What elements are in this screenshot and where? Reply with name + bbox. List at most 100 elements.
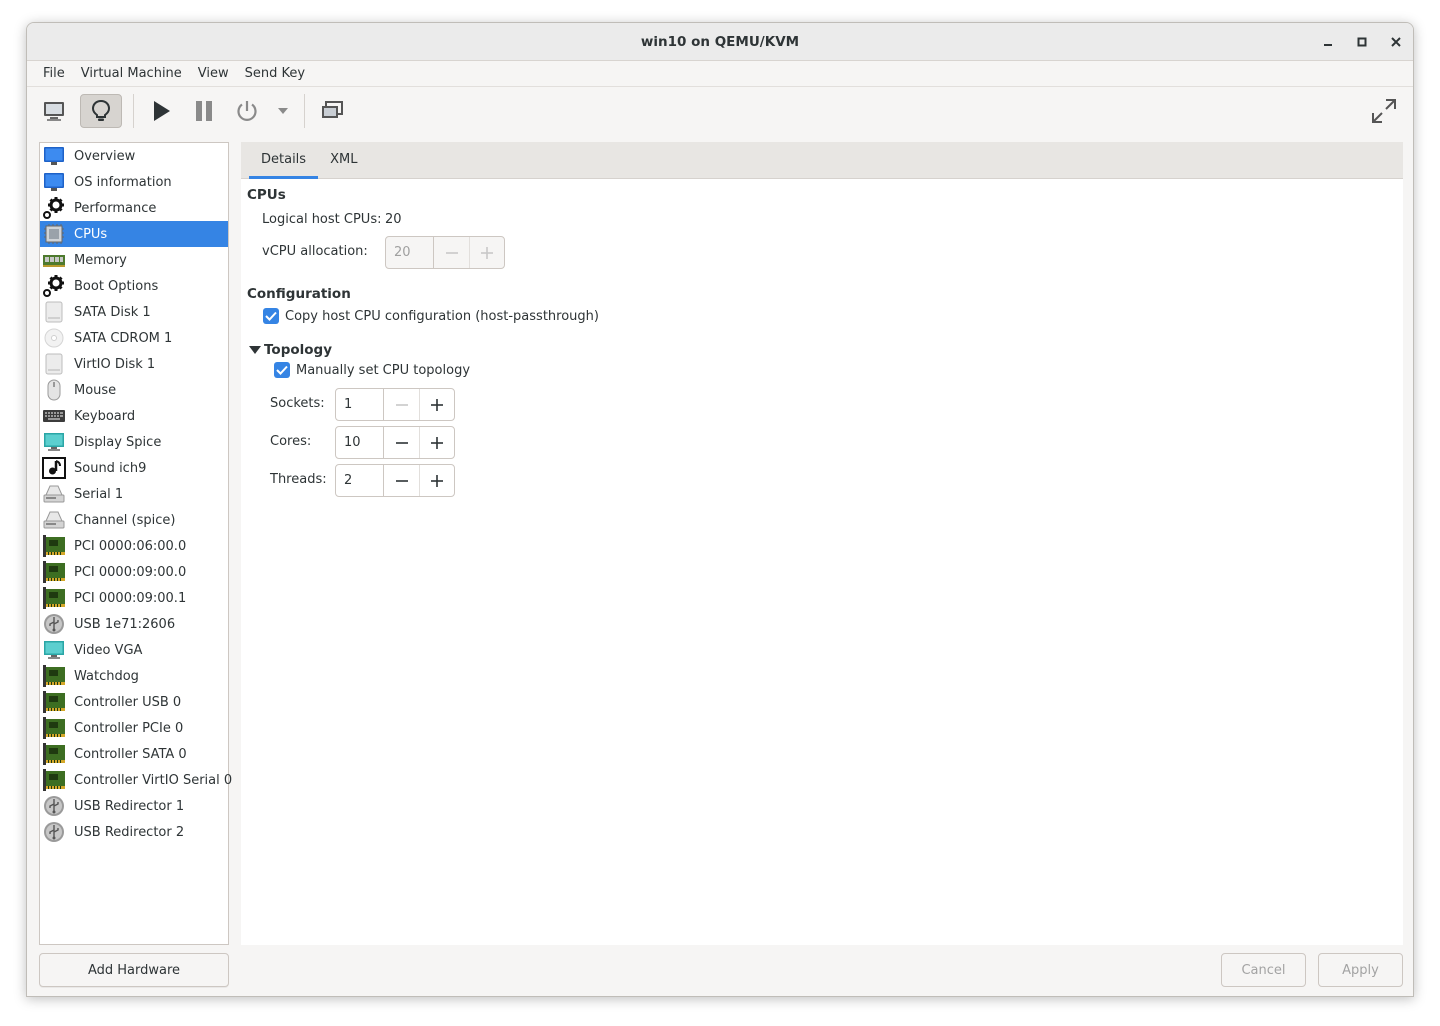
plus-icon [431,436,443,449]
sidebar-item-usb-1e71-2606[interactable]: USB 1e71:2606 [40,611,228,637]
shutdown-button[interactable] [230,94,264,128]
fullscreen-button[interactable] [1369,94,1399,128]
sidebar-item-label: Controller USB 0 [74,694,182,710]
vcpu-increment-button [469,237,504,268]
checkbox-checked-icon[interactable] [274,362,290,378]
sidebar-item-controller-usb-0[interactable]: Controller USB 0 [40,689,228,715]
sidebar-item-pci-0000-09-00-1[interactable]: PCI 0000:09:00.1 [40,585,228,611]
sidebar-item-controller-pcie-0[interactable]: Controller PCIe 0 [40,715,228,741]
sidebar-item-keyboard[interactable]: Keyboard [40,403,228,429]
sidebar-item-controller-sata-0[interactable]: Controller SATA 0 [40,741,228,767]
sidebar-item-overview[interactable]: Overview [40,143,228,169]
maximize-button[interactable] [1345,23,1379,61]
minimize-button[interactable] [1311,23,1345,61]
sidebar-item-sata-cdrom-1[interactable]: SATA CDROM 1 [40,325,228,351]
sockets-decrement-button[interactable] [384,389,419,420]
sidebar-item-controller-virtio-serial-0[interactable]: Controller VirtIO Serial 0 [40,767,232,793]
minus-icon [445,251,458,254]
usb-icon [42,820,66,844]
sidebar-item-usb-redirector-1[interactable]: USB Redirector 1 [40,793,228,819]
details-button[interactable] [80,94,122,128]
topology-expander[interactable]: Topology [249,342,332,358]
toolbar [27,88,1413,134]
menu-view[interactable]: View [190,61,237,87]
tab-xml[interactable]: XML [318,142,369,179]
sidebar-item-label: Mouse [74,382,117,398]
menu-file[interactable]: File [35,61,73,87]
sidebar-item-label: Memory [74,252,127,268]
sidebar-item-label: Controller VirtIO Serial 0 [74,772,233,788]
threads-stepper[interactable]: 2 [335,464,455,497]
sidebar-item-label: Video VGA [74,642,143,658]
sidebar-item-os-information[interactable]: OS information [40,169,228,195]
vcpu-allocation-value: 20 [386,237,434,268]
power-icon [237,101,257,121]
threads-decrement-button[interactable] [384,465,419,496]
shutdown-menu-button[interactable] [273,94,293,128]
menu-virtual-machine[interactable]: Virtual Machine [73,61,190,87]
cores-decrement-button[interactable] [384,427,419,458]
app-window: win10 on QEMU/KVM File Virtual Machine V… [26,22,1414,997]
menu-send-key[interactable]: Send Key [237,61,313,87]
usb-icon [42,612,66,636]
display-icon [42,430,66,454]
sidebar-item-label: PCI 0000:06:00.0 [74,538,187,554]
title-bar[interactable]: win10 on QEMU/KVM [27,23,1413,61]
lightbulb-icon [91,99,111,121]
checkbox-checked-icon[interactable] [263,308,279,324]
sidebar-item-label: Overview [74,148,136,164]
cpus-section-title: CPUs [247,187,286,203]
snapshots-button[interactable] [315,94,349,128]
cores-value[interactable]: 10 [336,427,384,458]
play-icon [154,101,170,121]
sockets-increment-button[interactable] [419,389,454,420]
cdrom-icon [42,326,66,350]
cores-increment-button[interactable] [419,427,454,458]
tab-details[interactable]: Details [249,142,319,179]
sidebar-item-sound-ich9[interactable]: Sound ich9 [40,455,228,481]
sidebar-item-boot-options[interactable]: Boot Options [40,273,228,299]
sockets-label: Sockets: [270,396,325,411]
sidebar-item-serial-1[interactable]: Serial 1 [40,481,228,507]
dropdown-icon [278,108,288,114]
sidebar-item-usb-redirector-2[interactable]: USB Redirector 2 [40,819,228,845]
manual-topology-checkbox[interactable]: Manually set CPU topology [274,362,470,378]
sidebar-item-display-spice[interactable]: Display Spice [40,429,228,455]
sidebar-item-channel-spice[interactable]: Channel (spice) [40,507,228,533]
sidebar-item-video-vga[interactable]: Video VGA [40,637,228,663]
threads-increment-button[interactable] [419,465,454,496]
sidebar-item-sata-disk-1[interactable]: SATA Disk 1 [40,299,228,325]
sockets-value[interactable]: 1 [336,389,384,420]
close-button[interactable] [1379,23,1413,61]
display-icon [42,638,66,662]
sockets-stepper[interactable]: 1 [335,388,455,421]
card-icon [42,534,66,558]
sidebar-item-watchdog[interactable]: Watchdog [40,663,228,689]
sidebar-item-label: Keyboard [74,408,136,424]
sidebar-item-pci-0000-06-00-0[interactable]: PCI 0000:06:00.0 [40,533,228,559]
sidebar-item-virtio-disk-1[interactable]: VirtIO Disk 1 [40,351,228,377]
sidebar-item-mouse[interactable]: Mouse [40,377,228,403]
sidebar-item-label: VirtIO Disk 1 [74,356,156,372]
sidebar-item-label: SATA CDROM 1 [74,330,173,346]
apply-button[interactable]: Apply [1318,953,1403,987]
threads-label: Threads: [270,472,327,487]
fullscreen-icon [1372,99,1396,123]
sidebar-item-performance[interactable]: Performance [40,195,228,221]
cores-stepper[interactable]: 10 [335,426,455,459]
monitor-blue-icon [42,170,66,194]
copy-host-cpu-checkbox[interactable]: Copy host CPU configuration (host-passth… [263,308,599,324]
card-icon [42,716,66,740]
console-button[interactable] [37,94,71,128]
sidebar-item-pci-0000-09-00-0[interactable]: PCI 0000:09:00.0 [40,559,228,585]
pause-button[interactable] [187,94,221,128]
threads-value[interactable]: 2 [336,465,384,496]
sidebar-item-memory[interactable]: Memory [40,247,228,273]
sidebar-item-label: Performance [74,200,157,216]
sidebar-item-cpus[interactable]: CPUs [40,221,228,247]
monitor-icon [44,102,64,121]
add-hardware-button[interactable]: Add Hardware [39,953,229,987]
cancel-button[interactable]: Cancel [1221,953,1306,987]
run-button[interactable] [144,94,178,128]
screenshot-icon [322,101,343,118]
